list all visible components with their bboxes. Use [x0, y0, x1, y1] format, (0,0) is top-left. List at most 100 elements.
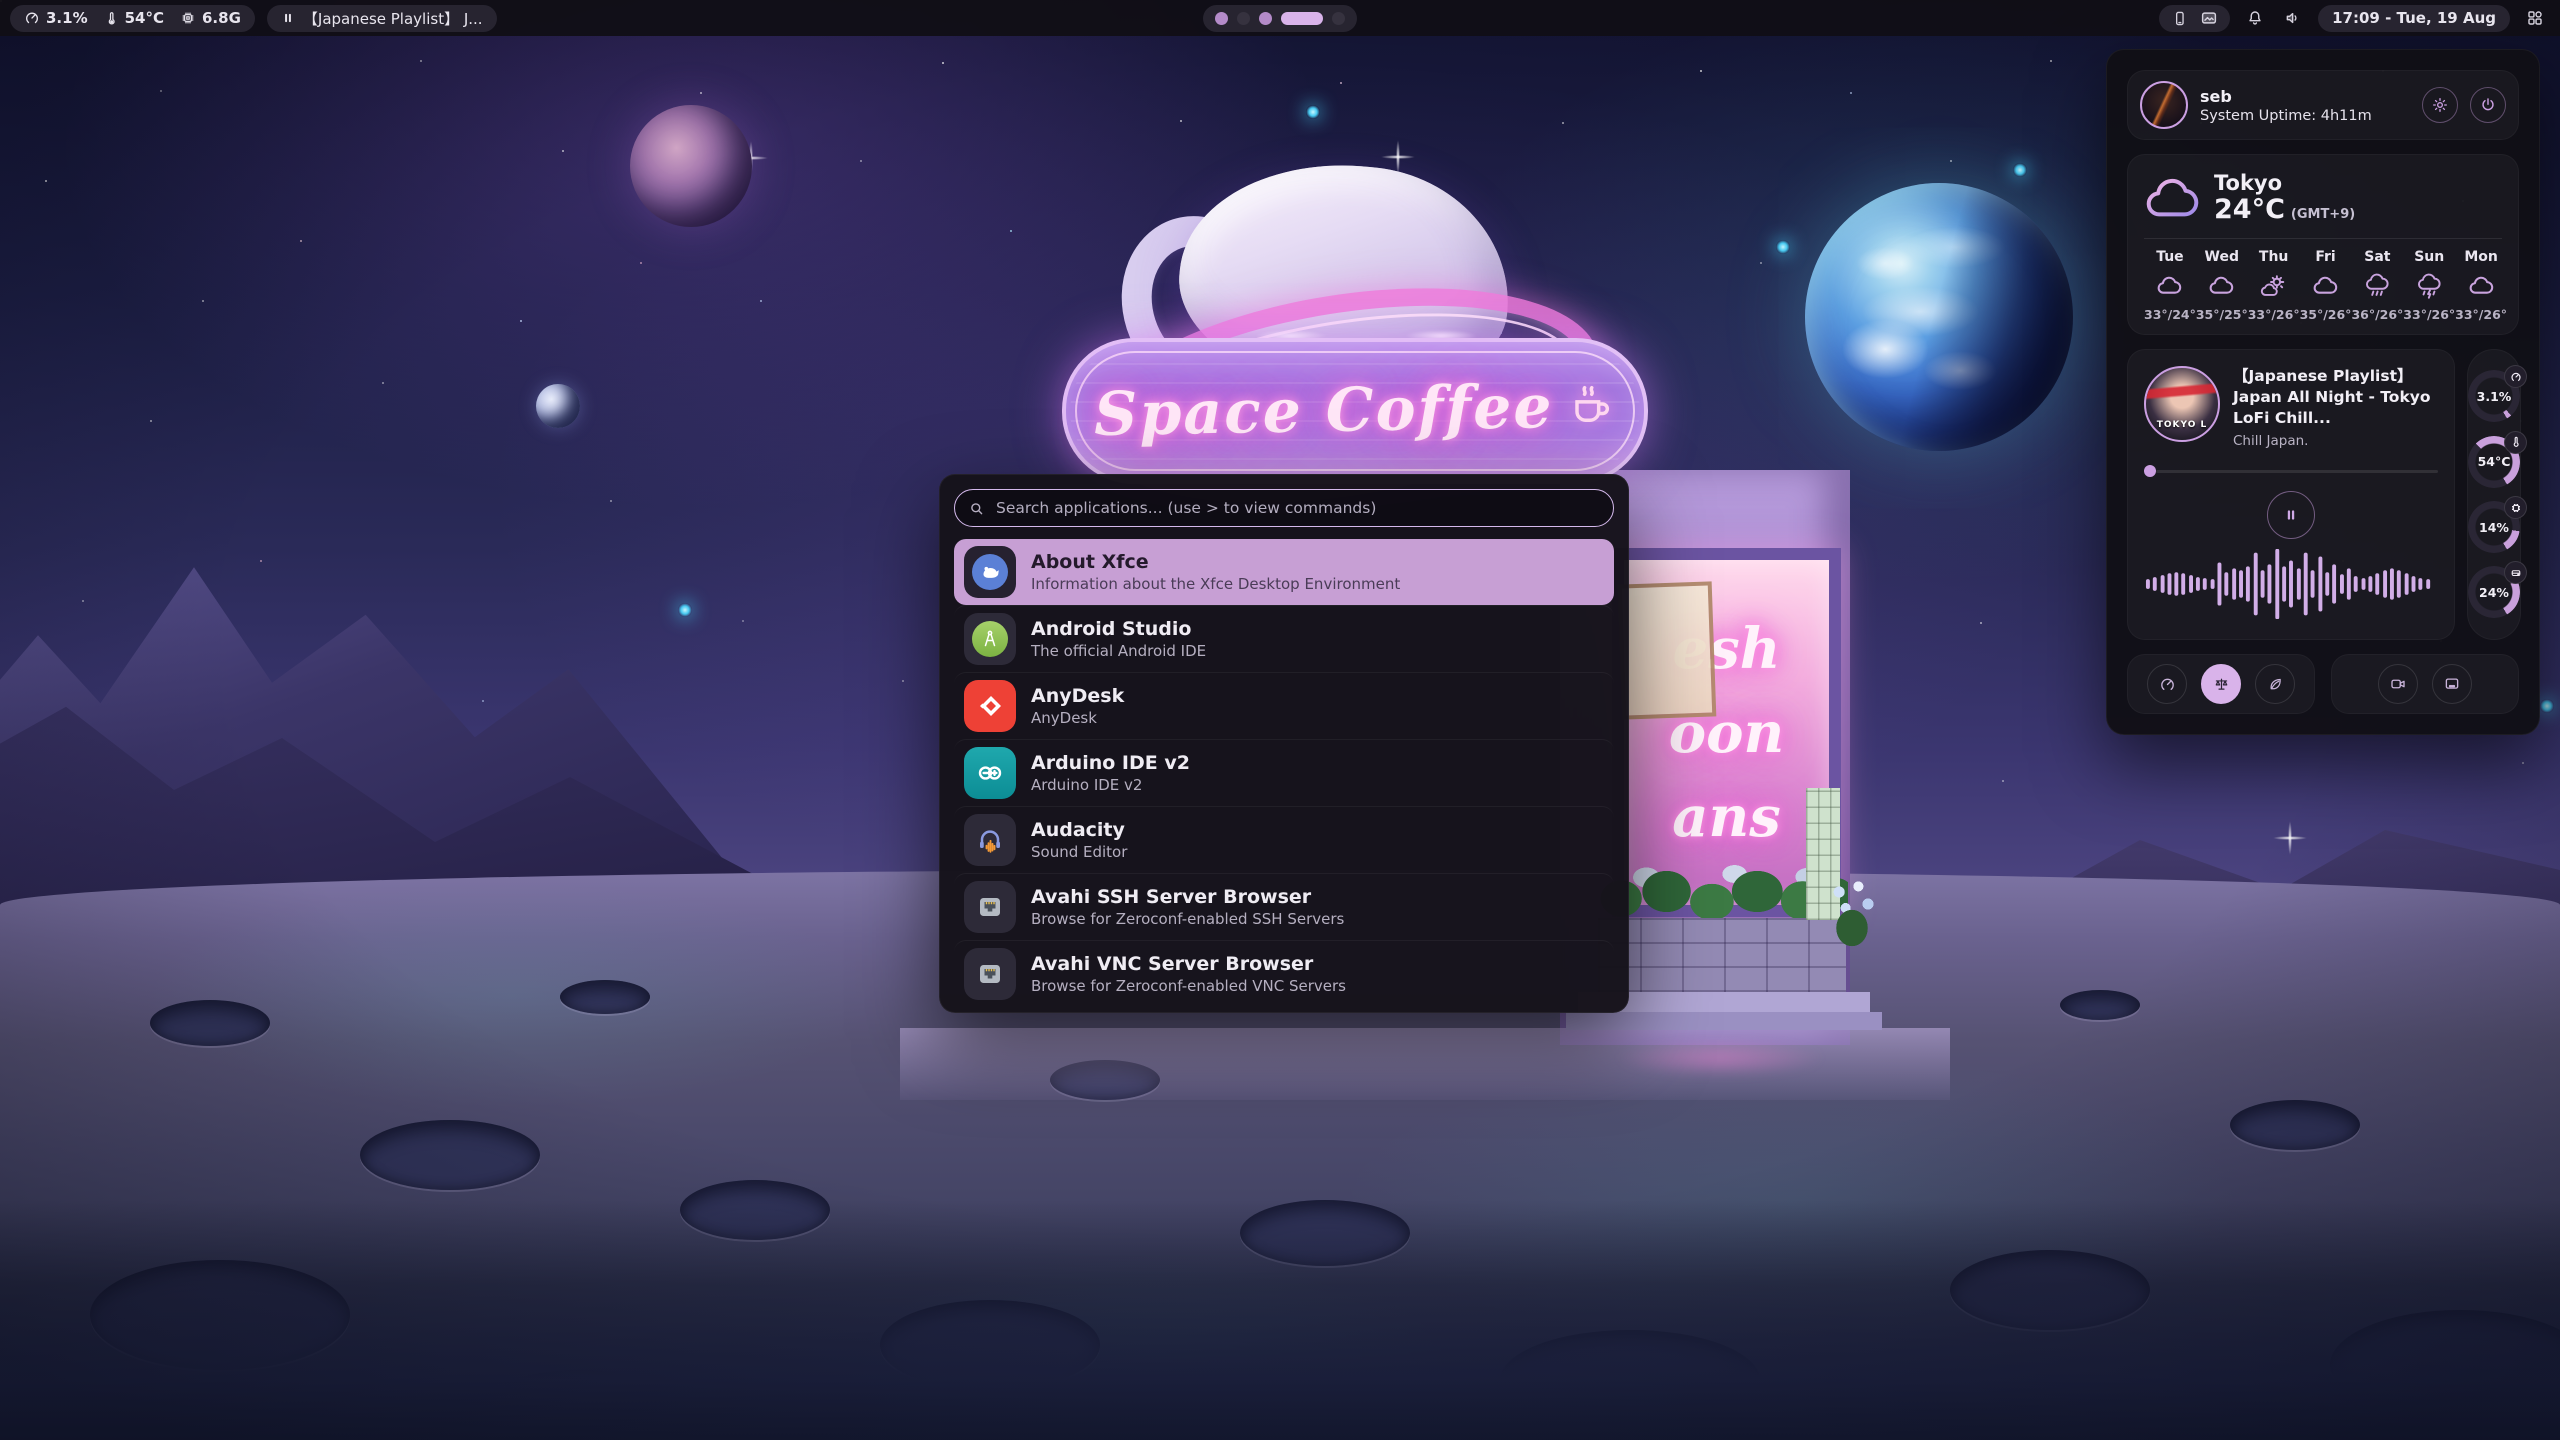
storm-icon [2416, 273, 2443, 300]
memory-usage: 6.8G [180, 9, 241, 27]
speedometer-icon [2510, 371, 2522, 383]
avatar[interactable] [2140, 81, 2188, 129]
control-panel: seb System Uptime: 4h11m Tokyo 24°C (GMT… [2106, 49, 2540, 735]
balanced-profile-button[interactable] [2201, 664, 2241, 704]
forecast-day: Sat 36°/26° [2351, 249, 2403, 322]
phone-icon[interactable] [2171, 10, 2188, 27]
weather-city: Tokyo [2214, 171, 2355, 195]
album-art-text: TOKYO L [2146, 420, 2218, 430]
system-stats-pill: 3.1% 54°C 6.8G [10, 5, 255, 32]
settings-button[interactable] [2422, 87, 2458, 123]
weather-temp: 24°C [2214, 195, 2285, 225]
workspace-dot[interactable] [1332, 12, 1345, 25]
search-icon [968, 500, 985, 517]
app-title: About Xfce [1031, 551, 1400, 575]
weather-card: Tokyo 24°C (GMT+9) Tue 33°/24° Wed 35°/2… [2127, 154, 2519, 335]
clock[interactable]: 17:09 - Tue, 19 Aug [2318, 5, 2510, 32]
app-subtitle: Arduino IDE v2 [1031, 776, 1190, 794]
track-artist: Chill Japan. [2233, 433, 2438, 449]
volume-icon[interactable] [2280, 5, 2306, 31]
app-subtitle: Sound Editor [1031, 843, 1127, 861]
power-button[interactable] [2470, 87, 2506, 123]
workspace-switcher [1203, 5, 1357, 32]
app-row[interactable]: Arduino IDE v2 Arduino IDE v2 [954, 739, 1614, 806]
screen-icon [2443, 675, 2461, 693]
app-subtitle: Information about the Xfce Desktop Envir… [1031, 575, 1400, 593]
pause-icon [2283, 507, 2299, 523]
search-input[interactable] [994, 498, 1600, 518]
wallpaper-icon[interactable] [2200, 9, 2218, 27]
top-bar: 3.1% 54°C 6.8G 【Japanese Playlist】 J... [0, 0, 2560, 36]
forecast-day: Thu 33°/26° [2248, 249, 2300, 322]
brick-planter [1598, 918, 1846, 992]
cpu-temp: 54°C [104, 9, 164, 27]
bell-icon[interactable] [2242, 5, 2268, 31]
app-subtitle: AnyDesk [1031, 709, 1124, 727]
app-row[interactable]: Android Studio The official Android IDE [954, 605, 1614, 672]
app-title: Audacity [1031, 819, 1127, 843]
forecast-day: Mon 33°/26° [2455, 249, 2507, 322]
thermometer-icon [104, 11, 119, 26]
forecast-day: Fri 35°/26° [2300, 249, 2352, 322]
anydesk-icon [964, 680, 1016, 732]
divider [2144, 238, 2502, 239]
scales-icon [2213, 676, 2230, 693]
workspace-dot[interactable] [1259, 12, 1272, 25]
app-title: Arduino IDE v2 [1031, 752, 1190, 776]
apps-grid-icon[interactable] [2522, 5, 2548, 31]
track-title: 【Japanese Playlist】 Japan All Night - To… [2233, 366, 2438, 429]
power-icon [2479, 96, 2497, 114]
cloud-icon [2208, 273, 2235, 300]
sign-text: Space Coffee [1094, 372, 1555, 450]
chip-icon [2510, 502, 2522, 514]
memory-gauge: 14% [2468, 501, 2520, 553]
workspace-dot[interactable] [1215, 12, 1228, 25]
speedometer-icon [24, 10, 40, 26]
app-row[interactable]: AnyDesk AnyDesk [954, 672, 1614, 739]
disk-gauge: 24% [2468, 566, 2520, 618]
user-card: seb System Uptime: 4h11m [2127, 70, 2519, 140]
performance-profile-button[interactable] [2147, 664, 2187, 704]
cloud-icon [2312, 273, 2339, 300]
workspace-dot[interactable] [1237, 12, 1250, 25]
rain-icon [2364, 273, 2391, 300]
speedometer-icon [2159, 676, 2176, 693]
screen-record-button[interactable] [2378, 664, 2418, 704]
devices-pill [2159, 5, 2230, 32]
pause-button[interactable] [2267, 491, 2315, 539]
media-pill-label: 【Japanese Playlist】 J... [303, 8, 483, 29]
power-profile-group [2127, 654, 2315, 714]
workspace-dot[interactable] [1281, 12, 1323, 25]
neon-window-text: ans [1672, 775, 1781, 859]
media-pill[interactable]: 【Japanese Playlist】 J... [267, 5, 497, 32]
app-launcher: About Xfce Information about the Xfce De… [939, 474, 1629, 1013]
chip-icon [180, 10, 196, 26]
app-subtitle: The official Android IDE [1031, 642, 1206, 660]
cloud-icon [2144, 174, 2200, 222]
screenshot-button[interactable] [2432, 664, 2472, 704]
audacity-icon [964, 814, 1016, 866]
media-card: TOKYO L 【Japanese Playlist】 Japan All Ni… [2127, 349, 2455, 640]
app-title: Android Studio [1031, 618, 1206, 642]
uptime: System Uptime: 4h11m [2200, 108, 2372, 124]
cpu-gauge: 3.1% [2468, 370, 2520, 422]
app-subtitle: Browse for Zeroconf-enabled SSH Servers [1031, 910, 1344, 928]
system-gauges: 3.1% 54°C 14% 24% [2467, 349, 2521, 640]
app-row[interactable]: Audacity Sound Editor [954, 806, 1614, 873]
progress-bar[interactable] [2144, 465, 2438, 477]
xfce-logo-icon [964, 546, 1016, 598]
disk-icon [2510, 567, 2522, 579]
powersaver-profile-button[interactable] [2255, 664, 2295, 704]
cpu-usage: 3.1% [24, 9, 88, 27]
album-art[interactable]: TOKYO L [2144, 366, 2220, 442]
thermometer-icon [2510, 436, 2522, 448]
temp-gauge: 54°C [2468, 436, 2520, 488]
app-row[interactable]: Avahi VNC Server Browser Browse for Zero… [954, 940, 1614, 1007]
progress-handle[interactable] [2144, 465, 2156, 477]
forecast-row: Tue 33°/24° Wed 35°/25° Thu 33°/26° Fri … [2144, 249, 2502, 322]
space-coffee-sign: Space Coffee [1062, 338, 1648, 484]
app-row[interactable]: Avahi SSH Server Browser Browse for Zero… [954, 873, 1614, 940]
app-row[interactable]: About Xfce Information about the Xfce De… [954, 539, 1614, 605]
step [1566, 1012, 1882, 1030]
app-title: Avahi VNC Server Browser [1031, 953, 1346, 977]
